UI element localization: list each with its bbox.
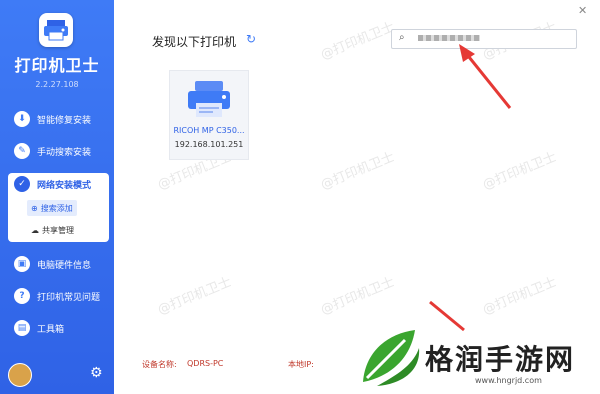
- local-ip-label: 本地IP:: [288, 360, 314, 369]
- refresh-icon[interactable]: ↻: [246, 32, 256, 46]
- device-name-label: 设备名称:: [142, 360, 177, 369]
- site-watermark: 格润手游网 www.hngrjd.com: [345, 324, 600, 394]
- watermark: @打印机卫士: [480, 149, 559, 193]
- sidebar: 打印机卫士 2.2.27.108 ⬇ 智能修复安装 ✎ 手动搜索安装 ✓ 网络安…: [0, 0, 114, 394]
- site-url: www.hngrjd.com: [475, 376, 542, 385]
- printer-ip: 192.168.101.251: [174, 140, 244, 149]
- network-install-header[interactable]: ✓ 网络安装模式: [8, 173, 91, 195]
- close-icon[interactable]: ✕: [578, 4, 587, 17]
- cloud-icon: ☁: [31, 225, 39, 235]
- app-version: 2.2.27.108: [35, 80, 79, 89]
- annotation-arrow: [459, 44, 512, 109]
- printer-icon: [188, 81, 230, 117]
- redacted-text: [418, 35, 480, 41]
- install-icon: ⬇: [14, 111, 30, 127]
- sub-item-label: 搜索添加: [40, 203, 73, 213]
- sidebar-item-label: 打印机常见问题: [37, 292, 101, 303]
- question-icon: ?: [14, 288, 30, 304]
- sidebar-item-network-install[interactable]: ✓ 网络安装模式 ⊕ 搜索添加 ☁ 共享管理: [8, 173, 109, 242]
- page-title: 发现以下打印机: [152, 35, 237, 49]
- sidebar-item-label: 手动搜索安装: [37, 147, 92, 158]
- sub-item-search-add[interactable]: ⊕ 搜索添加: [27, 200, 77, 216]
- sidebar-item-label: 网络安装模式: [37, 180, 92, 191]
- printer-name: RICOH MP C350...: [173, 126, 245, 135]
- watermark: @打印机卫士: [480, 274, 559, 318]
- search-plus-icon: ⊕: [31, 203, 38, 213]
- watermark: @打印机卫士: [318, 19, 397, 63]
- app-title: 打印机卫士: [14, 56, 100, 75]
- toolbox-icon: ▤: [14, 320, 30, 336]
- sidebar-item-label: 工具箱: [37, 324, 65, 335]
- sub-item-label: 共享管理: [42, 225, 74, 235]
- watermark: @打印机卫士: [155, 274, 234, 318]
- leaf-logo-icon: [363, 330, 420, 386]
- device-name-value: QDRS-PC: [187, 359, 224, 368]
- sidebar-item-label: 智能修复安装: [37, 115, 92, 126]
- watermark: @打印机卫士: [318, 274, 397, 318]
- computer-icon: ▣: [14, 256, 30, 272]
- gear-icon[interactable]: ⚙: [90, 365, 103, 381]
- sidebar-item-label: 电脑硬件信息: [37, 260, 92, 271]
- sub-item-share-manage[interactable]: ☁ 共享管理: [27, 222, 78, 238]
- shield-icon: ✓: [14, 176, 30, 192]
- user-avatar[interactable]: [8, 363, 32, 387]
- sidebar-item-toolbox[interactable]: ▤ 工具箱: [0, 315, 114, 341]
- sidebar-item-manual-search[interactable]: ✎ 手动搜索安装: [0, 138, 114, 164]
- watermark: @打印机卫士: [318, 149, 397, 193]
- printer-card[interactable]: RICOH MP C350... 192.168.101.251: [169, 70, 249, 160]
- app-logo: [39, 13, 73, 47]
- wrench-icon: ✎: [14, 143, 30, 159]
- search-icon: ⌕: [399, 32, 405, 43]
- sidebar-item-faq[interactable]: ? 打印机常见问题: [0, 283, 114, 309]
- sidebar-item-smart-install[interactable]: ⬇ 智能修复安装: [0, 106, 114, 132]
- sidebar-item-hardware-info[interactable]: ▣ 电脑硬件信息: [0, 251, 114, 277]
- site-name: 格润手游网: [425, 343, 576, 376]
